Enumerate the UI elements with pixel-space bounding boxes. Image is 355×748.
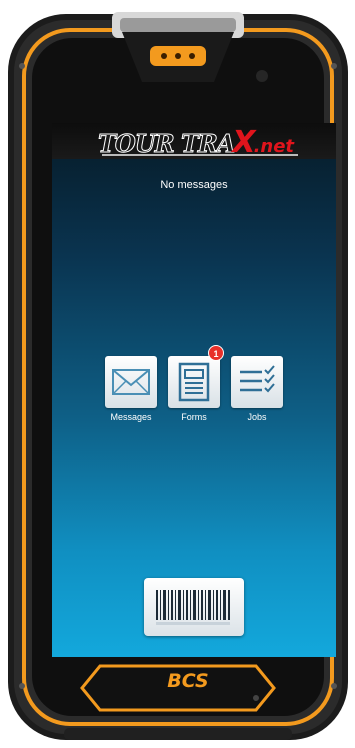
forms-button[interactable] <box>168 356 220 408</box>
forms-count-badge: 1 <box>208 345 224 361</box>
barcode-scan-button[interactable] <box>144 578 244 636</box>
jobs-button[interactable] <box>231 356 283 408</box>
barcode-icon <box>156 590 230 625</box>
envelope-icon <box>112 369 150 395</box>
forms-label: Forms <box>181 412 207 422</box>
app-header: TOUR TRAX.net <box>52 123 336 160</box>
logo-underline <box>102 154 298 156</box>
app-screen: TOUR TRAX.net No messages Messages 1 For… <box>52 123 336 657</box>
checklist-icon <box>240 365 275 393</box>
messages-button[interactable] <box>105 356 157 408</box>
messages-label: Messages <box>110 412 152 422</box>
phone-frame: TOUR TRAX.net No messages Messages 1 For… <box>4 6 352 744</box>
form-document-icon <box>178 362 210 402</box>
jobs-label: Jobs <box>247 412 267 422</box>
tourtrax-logo: TOUR TRAX.net <box>97 125 294 160</box>
device-brand-label: BCS <box>167 670 209 692</box>
status-text: No messages <box>160 179 228 191</box>
